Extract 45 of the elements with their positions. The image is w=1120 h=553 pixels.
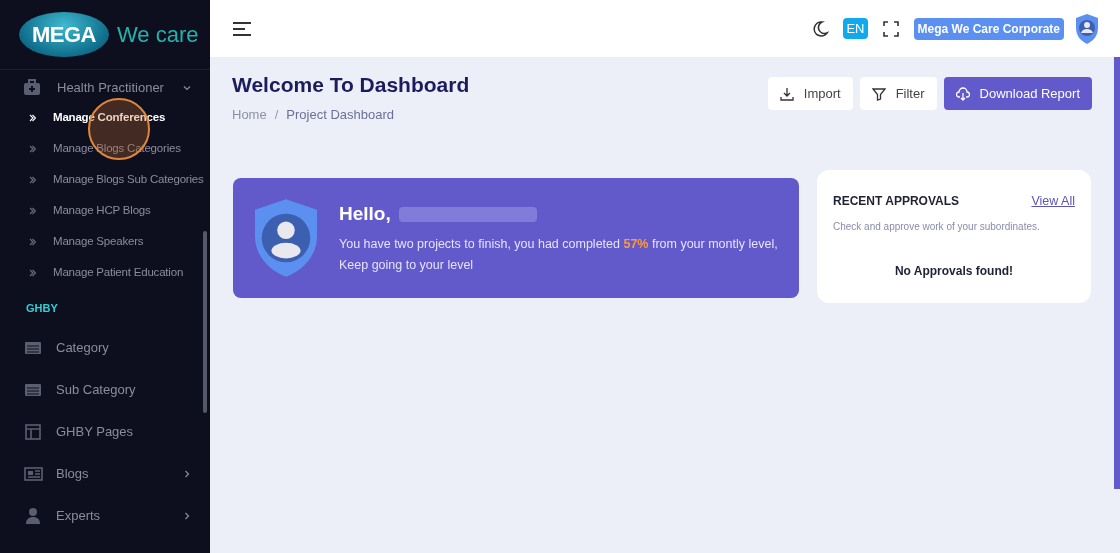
scrollbar[interactable] [203, 231, 207, 413]
menu-item[interactable]: Experts [0, 494, 210, 537]
menu-item[interactable]: Blogs [0, 452, 210, 495]
cloud-download-icon [955, 86, 970, 101]
filter-button[interactable]: Filter [859, 77, 937, 110]
section-heading: GHBY [25, 301, 59, 316]
filter-icon [871, 86, 886, 101]
layout-icon [23, 421, 43, 442]
welcome-message: You have two projects to finish, you had completed 57% from your montly level, Keep going to your level [339, 236, 779, 275]
card-subtitle: Check and approve work of your subordinates. [833, 219, 1041, 234]
menu-item[interactable]: Health Practitioner [57, 78, 182, 98]
page-title: Welcome To Dashboard [232, 72, 470, 98]
user-shield-icon [253, 196, 319, 280]
double-chevron-icon [29, 206, 36, 215]
menu-icon [232, 20, 252, 37]
menu-item[interactable]: Sub Category [0, 368, 210, 411]
submenu-item[interactable]: Manage Blogs Sub Categories [0, 164, 210, 195]
double-chevron-icon [29, 144, 36, 153]
double-chevron-icon [29, 268, 36, 277]
empty-message: No Approvals found! [893, 262, 1015, 280]
greeting: Hello, [339, 201, 391, 226]
double-chevron-icon [29, 237, 36, 246]
menu-item[interactable]: GHBY Pages [0, 410, 210, 453]
breadcrumb-current: Project Dashboard [286, 105, 394, 124]
view-all-link[interactable]: View All [1031, 192, 1075, 211]
fullscreen-icon [882, 20, 899, 37]
double-chevron-icon [29, 113, 36, 122]
person-icon [23, 505, 43, 526]
submenu-item[interactable]: Manage Patient Education [0, 257, 210, 288]
menu-item[interactable]: Category [0, 326, 210, 369]
account-button[interactable]: Mega We Care Corporate [913, 17, 1064, 40]
logo-text: We care [117, 21, 199, 49]
download-report-button[interactable]: Download Report [943, 77, 1092, 110]
double-chevron-icon [29, 175, 36, 184]
download-icon [779, 86, 794, 101]
moon-icon [811, 19, 830, 38]
medical-kit-icon [22, 78, 42, 98]
card-title: RECENT APPROVALS [833, 193, 959, 211]
scrollbar[interactable] [1114, 57, 1120, 489]
import-button[interactable]: Import [767, 77, 853, 110]
breadcrumb-separator: / [274, 105, 279, 124]
submenu-item[interactable]: Manage Speakers [0, 226, 210, 257]
logo-badge: MEGA [19, 12, 109, 57]
user-shield-icon [1074, 12, 1100, 45]
submenu-item[interactable]: Manage HCP Blogs [0, 195, 210, 226]
